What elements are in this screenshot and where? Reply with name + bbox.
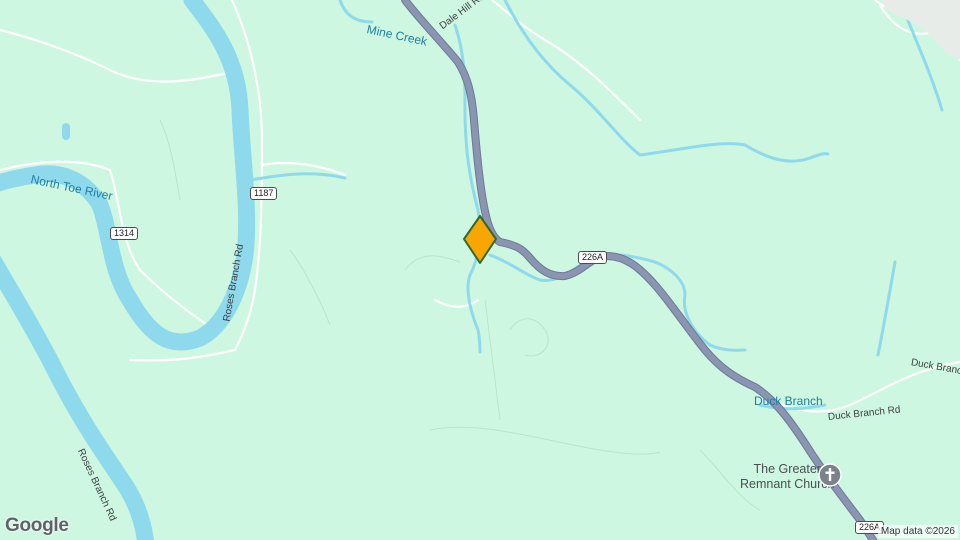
route-1314-shield: 1314 bbox=[110, 227, 139, 240]
location-marker-icon[interactable] bbox=[462, 215, 498, 265]
map-attribution[interactable]: Map data ©2026 bbox=[877, 525, 958, 538]
map-canvas[interactable]: Mine Creek Dale Hill Rd North Toe River … bbox=[0, 0, 960, 540]
route-226a-shield: 226A bbox=[578, 251, 608, 264]
church-cross-icon[interactable] bbox=[818, 463, 842, 487]
route-1187-shield: 1187 bbox=[250, 187, 278, 200]
map-graphics bbox=[0, 0, 960, 540]
duck-branch-label: Duck Branch bbox=[754, 394, 823, 408]
google-logo: Google bbox=[5, 515, 69, 536]
highway-226a bbox=[402, 0, 877, 540]
